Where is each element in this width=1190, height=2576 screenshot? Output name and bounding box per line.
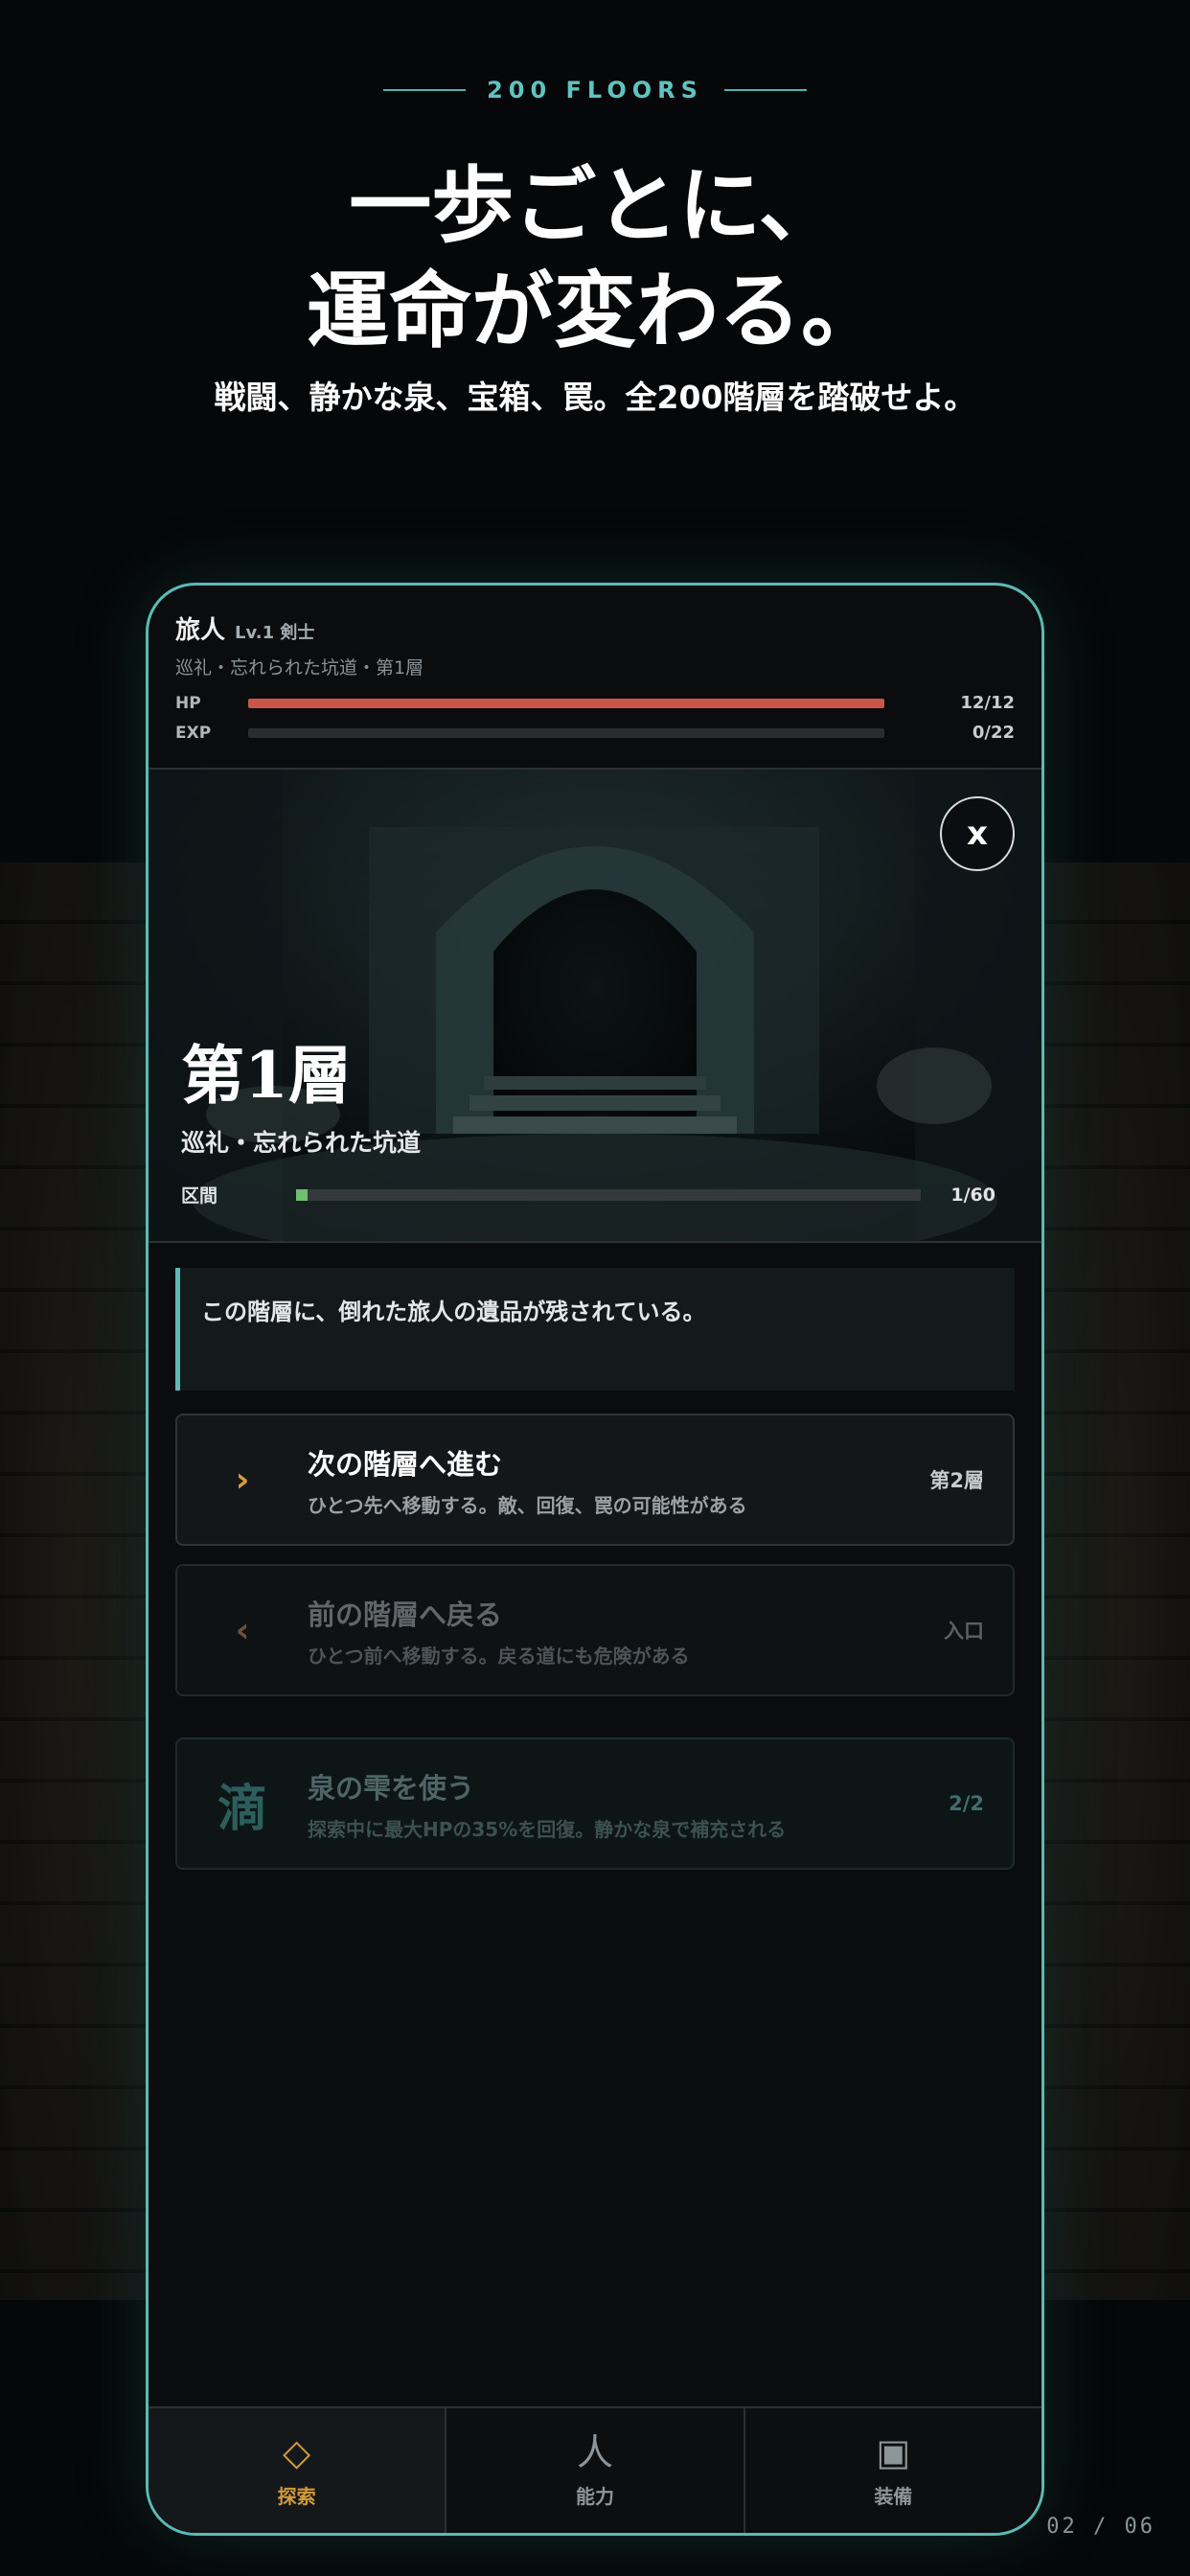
section-value: 1/60 — [950, 1184, 995, 1206]
background-wall-right — [1037, 862, 1190, 2300]
section-label: 区間 — [181, 1185, 218, 1207]
tab-equipment[interactable]: ▣ 装備 — [745, 2408, 1041, 2533]
hp-bar-fill — [248, 698, 884, 708]
chevron-right-icon: › — [235, 1460, 250, 1500]
tab-equipment-label: 装備 — [874, 2484, 913, 2508]
player-class-level: Lv.1 剣士 — [235, 623, 315, 643]
phone-frame: 旅人 Lv.1 剣士 巡礼・忘れられた坑道・第1層 HP 12/12 EXP 0… — [146, 583, 1044, 2536]
person-kanji-icon: 人 — [576, 2430, 613, 2473]
floor-subtitle: 巡礼・忘れられた坑道 — [181, 1129, 422, 1157]
next-floor-desc: ひとつ先へ移動する。敵、回復、罠の可能性がある — [308, 1493, 747, 1517]
next-floor-text: 次の階層へ進む ひとつ先へ移動する。敵、回復、罠の可能性がある — [308, 1442, 907, 1518]
spring-drop-desc: 探索中に最大HPの35%を回復。静かな泉で補充される — [308, 1817, 787, 1841]
status-panel: 旅人 Lv.1 剣士 巡礼・忘れられた坑道・第1層 HP 12/12 EXP 0… — [149, 586, 1041, 768]
eyebrow: 200 FLOORS — [0, 77, 1190, 104]
prev-floor-desc: ひとつ前へ移動する。戻る道にも危険がある — [308, 1644, 690, 1668]
tab-abilities[interactable]: 人 能力 — [446, 2408, 745, 2533]
floor-scene: x 第1層 巡礼・忘れられた坑道 区間 1/60 — [149, 768, 1041, 1243]
hp-bar — [248, 698, 884, 708]
dungeon-illustration — [149, 770, 1041, 1241]
diamond-icon: ◇ — [283, 2430, 311, 2473]
use-spring-drop-button[interactable]: 滴 泉の雫を使う 探索中に最大HPの35%を回復。静かな泉で補充される 2/2 — [175, 1737, 1015, 1870]
headline-line-2: 運命が変わる。 — [307, 263, 883, 359]
eyebrow-text: 200 FLOORS — [487, 77, 703, 104]
exp-bar — [248, 727, 884, 738]
prev-floor-text: 前の階層へ戻る ひとつ前へ移動する。戻る道にも危険がある — [308, 1593, 907, 1668]
tab-explore-label: 探索 — [277, 2484, 316, 2508]
spring-drop-count: 2/2 — [949, 1792, 984, 1815]
exp-label: EXP — [175, 723, 212, 743]
prev-floor-tag: 入口 — [944, 1620, 984, 1643]
next-floor-tag: 第2層 — [929, 1469, 984, 1492]
player-identity: 旅人 Lv.1 剣士 — [175, 610, 1015, 646]
next-floor-button[interactable]: › 次の階層へ進む ひとつ先へ移動する。敵、回復、罠の可能性がある 第2層 — [175, 1414, 1015, 1546]
background-wall-left — [0, 862, 153, 2300]
tab-explore[interactable]: ◇ 探索 — [149, 2408, 447, 2533]
eyebrow-line-left — [383, 89, 467, 91]
section-bar — [296, 1188, 921, 1201]
hp-row: HP 12/12 — [175, 693, 1015, 713]
prev-floor-title: 前の階層へ戻る — [308, 1598, 503, 1631]
player-name: 旅人 — [175, 616, 226, 645]
headline-line-1: 一歩ごとに、 — [349, 157, 841, 254]
drop-kanji-icon: 滴 — [217, 1779, 267, 1838]
exp-row: EXP 0/22 — [175, 723, 1015, 743]
hp-label: HP — [175, 693, 201, 713]
exp-value: 0/22 — [972, 723, 1015, 743]
page-indicator: 02 / 06 — [1046, 2515, 1156, 2539]
prev-floor-button[interactable]: ‹ 前の階層へ戻る ひとつ前へ移動する。戻る道にも危険がある 入口 — [175, 1564, 1015, 1696]
eyebrow-line-right — [723, 89, 807, 91]
headline: 一歩ごとに、 運命が変わる。 — [0, 153, 1190, 364]
floor-title: 第1層 — [181, 1038, 352, 1113]
subline: 戦闘、静かな泉、宝箱、罠。全200階層を踏破せよ。 — [214, 379, 976, 416]
next-floor-title: 次の階層へ進む — [308, 1447, 503, 1481]
hp-value: 12/12 — [960, 693, 1015, 713]
spring-drop-title: 泉の雫を使う — [308, 1771, 475, 1805]
tab-abilities-label: 能力 — [575, 2484, 614, 2508]
square-icon: ▣ — [876, 2430, 911, 2473]
close-button[interactable]: x — [940, 796, 1015, 871]
section-progress: 区間 1/60 — [181, 1182, 995, 1208]
tab-bar: ◇ 探索 人 能力 ▣ 装備 — [149, 2406, 1041, 2533]
spring-drop-text: 泉の雫を使う 探索中に最大HPの35%を回復。静かな泉で補充される — [308, 1766, 907, 1842]
player-location: 巡礼・忘れられた坑道・第1層 — [175, 657, 424, 678]
event-message: この階層に、倒れた旅人の遺品が残されている。 — [175, 1268, 1015, 1391]
chevron-left-icon: ‹ — [235, 1610, 250, 1650]
section-bar-fill — [296, 1188, 308, 1201]
